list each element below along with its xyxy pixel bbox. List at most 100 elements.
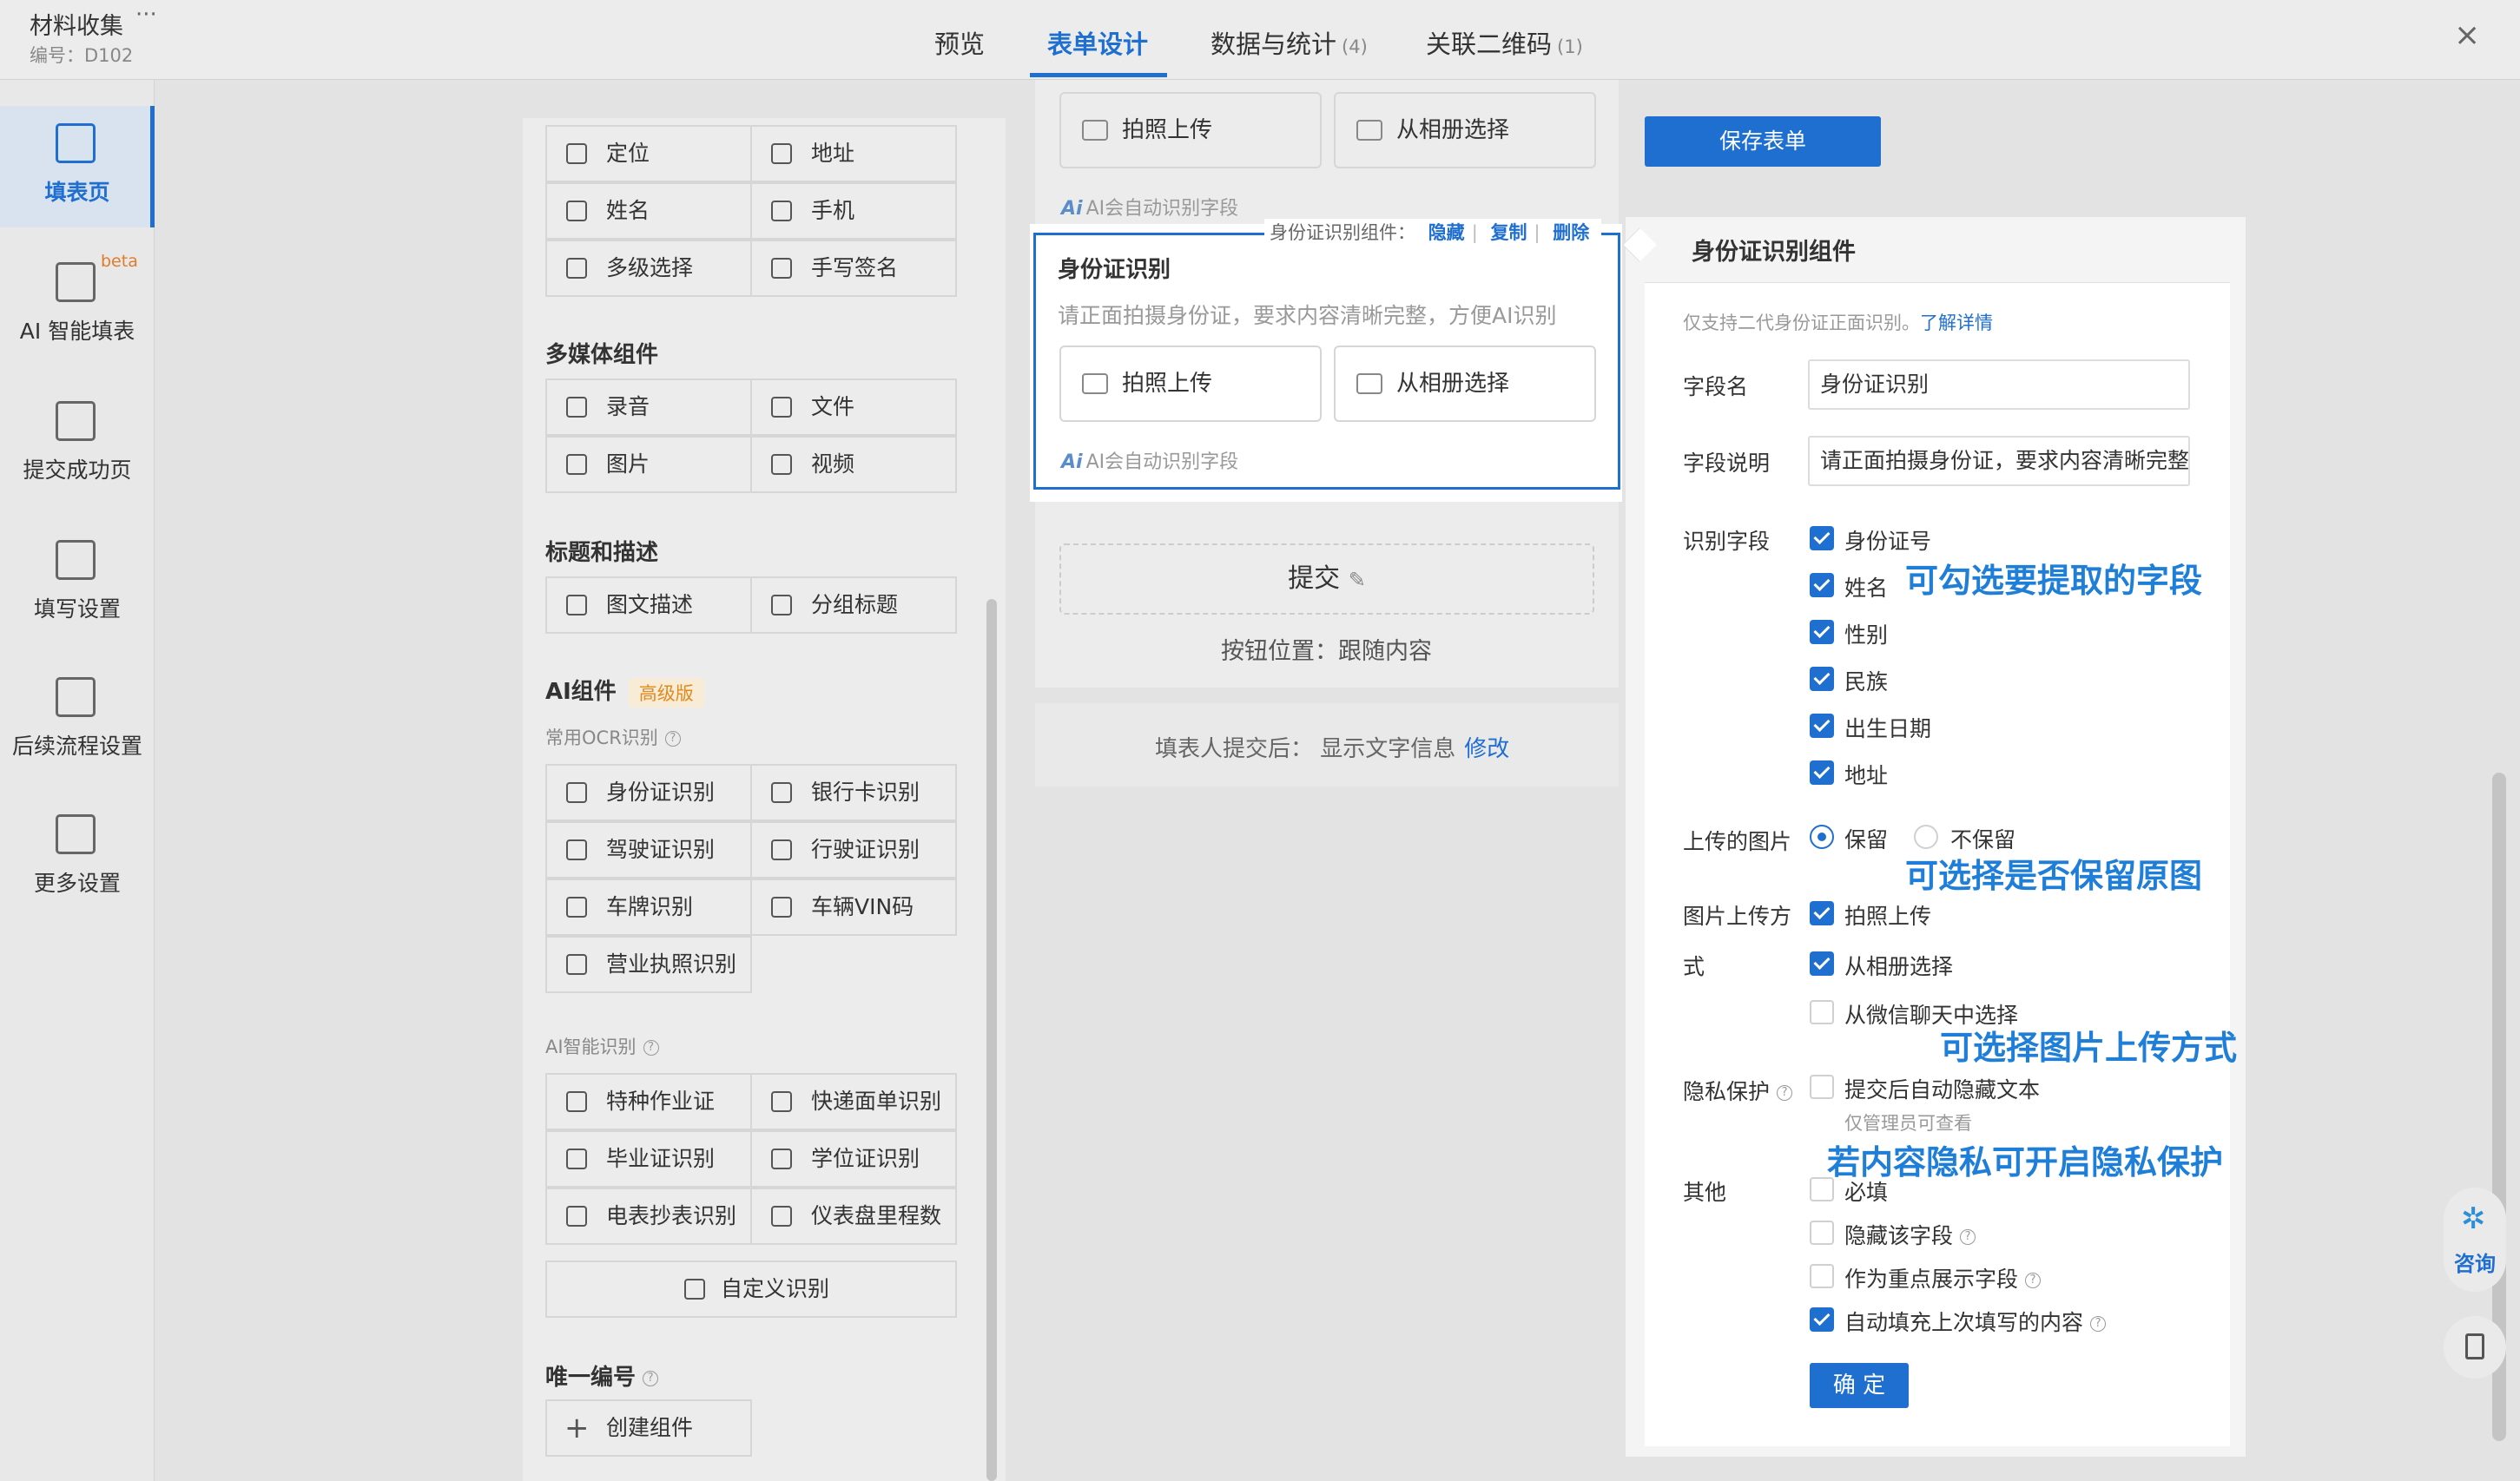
close-icon[interactable]: × <box>2454 17 2480 53</box>
component-business-license-ocr[interactable]: 营业执照识别 <box>545 936 752 993</box>
consult-button[interactable]: ✲ 咨询 <box>2444 1188 2506 1292</box>
component-custom-recognition[interactable]: 自定义识别 <box>545 1260 957 1318</box>
checkbox-photo-upload[interactable] <box>1810 901 1834 925</box>
component-toolbar: 身份证识别组件： 隐藏 | 复制 | 删除 <box>1264 219 1602 247</box>
album-select-button[interactable]: 从相册选择 <box>1334 346 1596 422</box>
tab-form-design[interactable]: 表单设计 <box>1047 24 1148 61</box>
component-video[interactable]: 视频 <box>750 436 957 493</box>
hide-link[interactable]: 隐藏 <box>1428 222 1465 243</box>
bookmark-icon <box>2465 1333 2484 1359</box>
title-icon <box>771 595 792 615</box>
component-vin-ocr[interactable]: 车辆VIN码 <box>750 879 957 936</box>
tab-data-stats[interactable]: 数据与统计 (4) <box>1211 24 1368 61</box>
photo-upload-button[interactable]: 拍照上传 <box>1059 346 1322 422</box>
form-page-icon <box>56 123 96 163</box>
component-image[interactable]: 图片 <box>545 436 752 493</box>
camera-icon <box>566 454 587 475</box>
radio-keep[interactable] <box>1810 825 1834 849</box>
delete-link[interactable]: 删除 <box>1553 222 1589 243</box>
tab-preview[interactable]: 预览 <box>934 24 985 61</box>
component-express-waybill[interactable]: 快递面单识别 <box>750 1073 957 1130</box>
other-label: 其他 <box>1683 1180 1727 1205</box>
more-menu-icon[interactable]: ··· <box>135 2 157 28</box>
degree-icon <box>771 1149 792 1169</box>
component-file[interactable]: 文件 <box>750 378 957 436</box>
privacy-label: 隐私保护? <box>1683 1075 1793 1106</box>
component-multilevel-select[interactable]: 多级选择 <box>545 240 752 297</box>
component-text-desc[interactable]: 图文描述 <box>545 576 752 634</box>
radio-not-keep[interactable] <box>1914 825 1938 849</box>
component-special-permit[interactable]: 特种作业证 <box>545 1073 752 1130</box>
album-select-button[interactable]: 从相册选择 <box>1334 92 1596 168</box>
photo-upload-button[interactable]: 拍照上传 <box>1059 92 1322 168</box>
nav-item-success-page[interactable]: 提交成功页 <box>0 384 155 505</box>
help-icon: ? <box>664 731 681 747</box>
more-settings-icon <box>56 814 96 854</box>
checkbox-highlight-field[interactable] <box>1810 1264 1834 1288</box>
vin-icon <box>771 897 792 918</box>
nav-item-form-page[interactable]: 填表页 <box>0 106 155 227</box>
checkbox-auto-hide[interactable] <box>1810 1075 1834 1099</box>
component-signature[interactable]: 手写签名 <box>750 240 957 297</box>
field-desc-label: 字段说明 <box>1683 451 1771 476</box>
annotation-keep-original: 可选择是否保留原图 <box>1905 857 2203 895</box>
component-bank-card-ocr[interactable]: 银行卡识别 <box>750 764 957 821</box>
component-meter-reading[interactable]: 电表抄表识别 <box>545 1188 752 1245</box>
top-header: 材料收集 ··· 编号：D102 预览 表单设计 数据与统计 (4) 关联二维码(… <box>0 0 2520 80</box>
checkbox-wechat-select[interactable] <box>1810 1000 1834 1024</box>
checkbox-gender[interactable] <box>1810 620 1834 644</box>
checkbox-name[interactable] <box>1810 573 1834 597</box>
tab-linked-qrcode[interactable]: 关联二维码 (1) <box>1426 24 1583 61</box>
field-name-input[interactable]: 身份证识别 <box>1808 359 2190 410</box>
checkbox-autofill[interactable] <box>1810 1307 1834 1332</box>
nav-item-ai-fill[interactable]: beta AI 智能填表 <box>0 245 155 366</box>
person-icon <box>566 201 587 221</box>
annotation-select-fields: 可勾选要提取的字段 <box>1905 562 2203 600</box>
component-degree-cert[interactable]: 学位证识别 <box>750 1130 957 1188</box>
component-diploma[interactable]: 毕业证识别 <box>545 1130 752 1188</box>
create-component-button[interactable]: + 创建组件 <box>545 1399 752 1457</box>
section-ai: AI组件 高级版 <box>545 674 704 708</box>
checkbox-ethnicity[interactable] <box>1810 667 1834 691</box>
component-address[interactable]: 地址 <box>750 125 957 182</box>
plus-icon: + <box>564 1411 590 1445</box>
checkbox-address[interactable] <box>1810 760 1834 785</box>
checkbox-id-number[interactable] <box>1810 526 1834 550</box>
beta-badge: beta <box>101 252 138 271</box>
checkbox-label: 拍照上传 <box>1844 904 1932 929</box>
diploma-icon <box>566 1149 587 1169</box>
camera-icon <box>1082 373 1108 394</box>
save-form-button[interactable]: 保存表单 <box>1645 116 1881 167</box>
nav-item-more-settings[interactable]: 更多设置 <box>0 797 155 918</box>
checkbox-label: 性别 <box>1844 622 1889 648</box>
checkbox-birth-date[interactable] <box>1810 714 1834 738</box>
component-vehicle-license-ocr[interactable]: 行驶证识别 <box>750 821 957 879</box>
component-id-card-ocr[interactable]: 身份证识别 <box>545 764 752 821</box>
submit-button[interactable]: 提交 ✎ <box>1059 543 1594 615</box>
checkbox-label: 提交后自动隐藏文本 <box>1844 1077 2041 1103</box>
confirm-button[interactable]: 确 定 <box>1810 1363 1909 1408</box>
component-name[interactable]: 姓名 <box>545 182 752 240</box>
checkbox-label: 地址 <box>1844 763 1889 788</box>
component-plate-ocr[interactable]: 车牌识别 <box>545 879 752 936</box>
component-phone[interactable]: 手机 <box>750 182 957 240</box>
help-icon: ? <box>2090 1316 2107 1332</box>
component-odometer[interactable]: 仪表盘里程数 <box>750 1188 957 1245</box>
field-name-label: 字段名 <box>1683 374 1749 399</box>
field-desc-input[interactable]: 请正面拍摄身份证，要求内容清晰完整 <box>1808 436 2190 486</box>
checkbox-album-select[interactable] <box>1810 951 1834 976</box>
checkbox-hide-field[interactable] <box>1810 1221 1834 1245</box>
modify-link[interactable]: 修改 <box>1464 736 1509 762</box>
copy-link[interactable]: 复制 <box>1490 222 1527 243</box>
component-location[interactable]: 定位 <box>545 125 752 182</box>
learn-more-link[interactable]: 了解详情 <box>1920 313 1993 333</box>
ai-icon: Ai <box>1061 451 1083 473</box>
component-group-title[interactable]: 分组标题 <box>750 576 957 634</box>
bookmark-button[interactable] <box>2444 1316 2506 1379</box>
component-driver-license-ocr[interactable]: 驾驶证识别 <box>545 821 752 879</box>
car-icon <box>566 897 587 918</box>
component-panel-scrollbar[interactable] <box>986 599 997 1481</box>
component-audio[interactable]: 录音 <box>545 378 752 436</box>
nav-item-flow-settings[interactable]: 后续流程设置 <box>0 660 155 781</box>
nav-item-fill-settings[interactable]: 填写设置 <box>0 523 155 644</box>
